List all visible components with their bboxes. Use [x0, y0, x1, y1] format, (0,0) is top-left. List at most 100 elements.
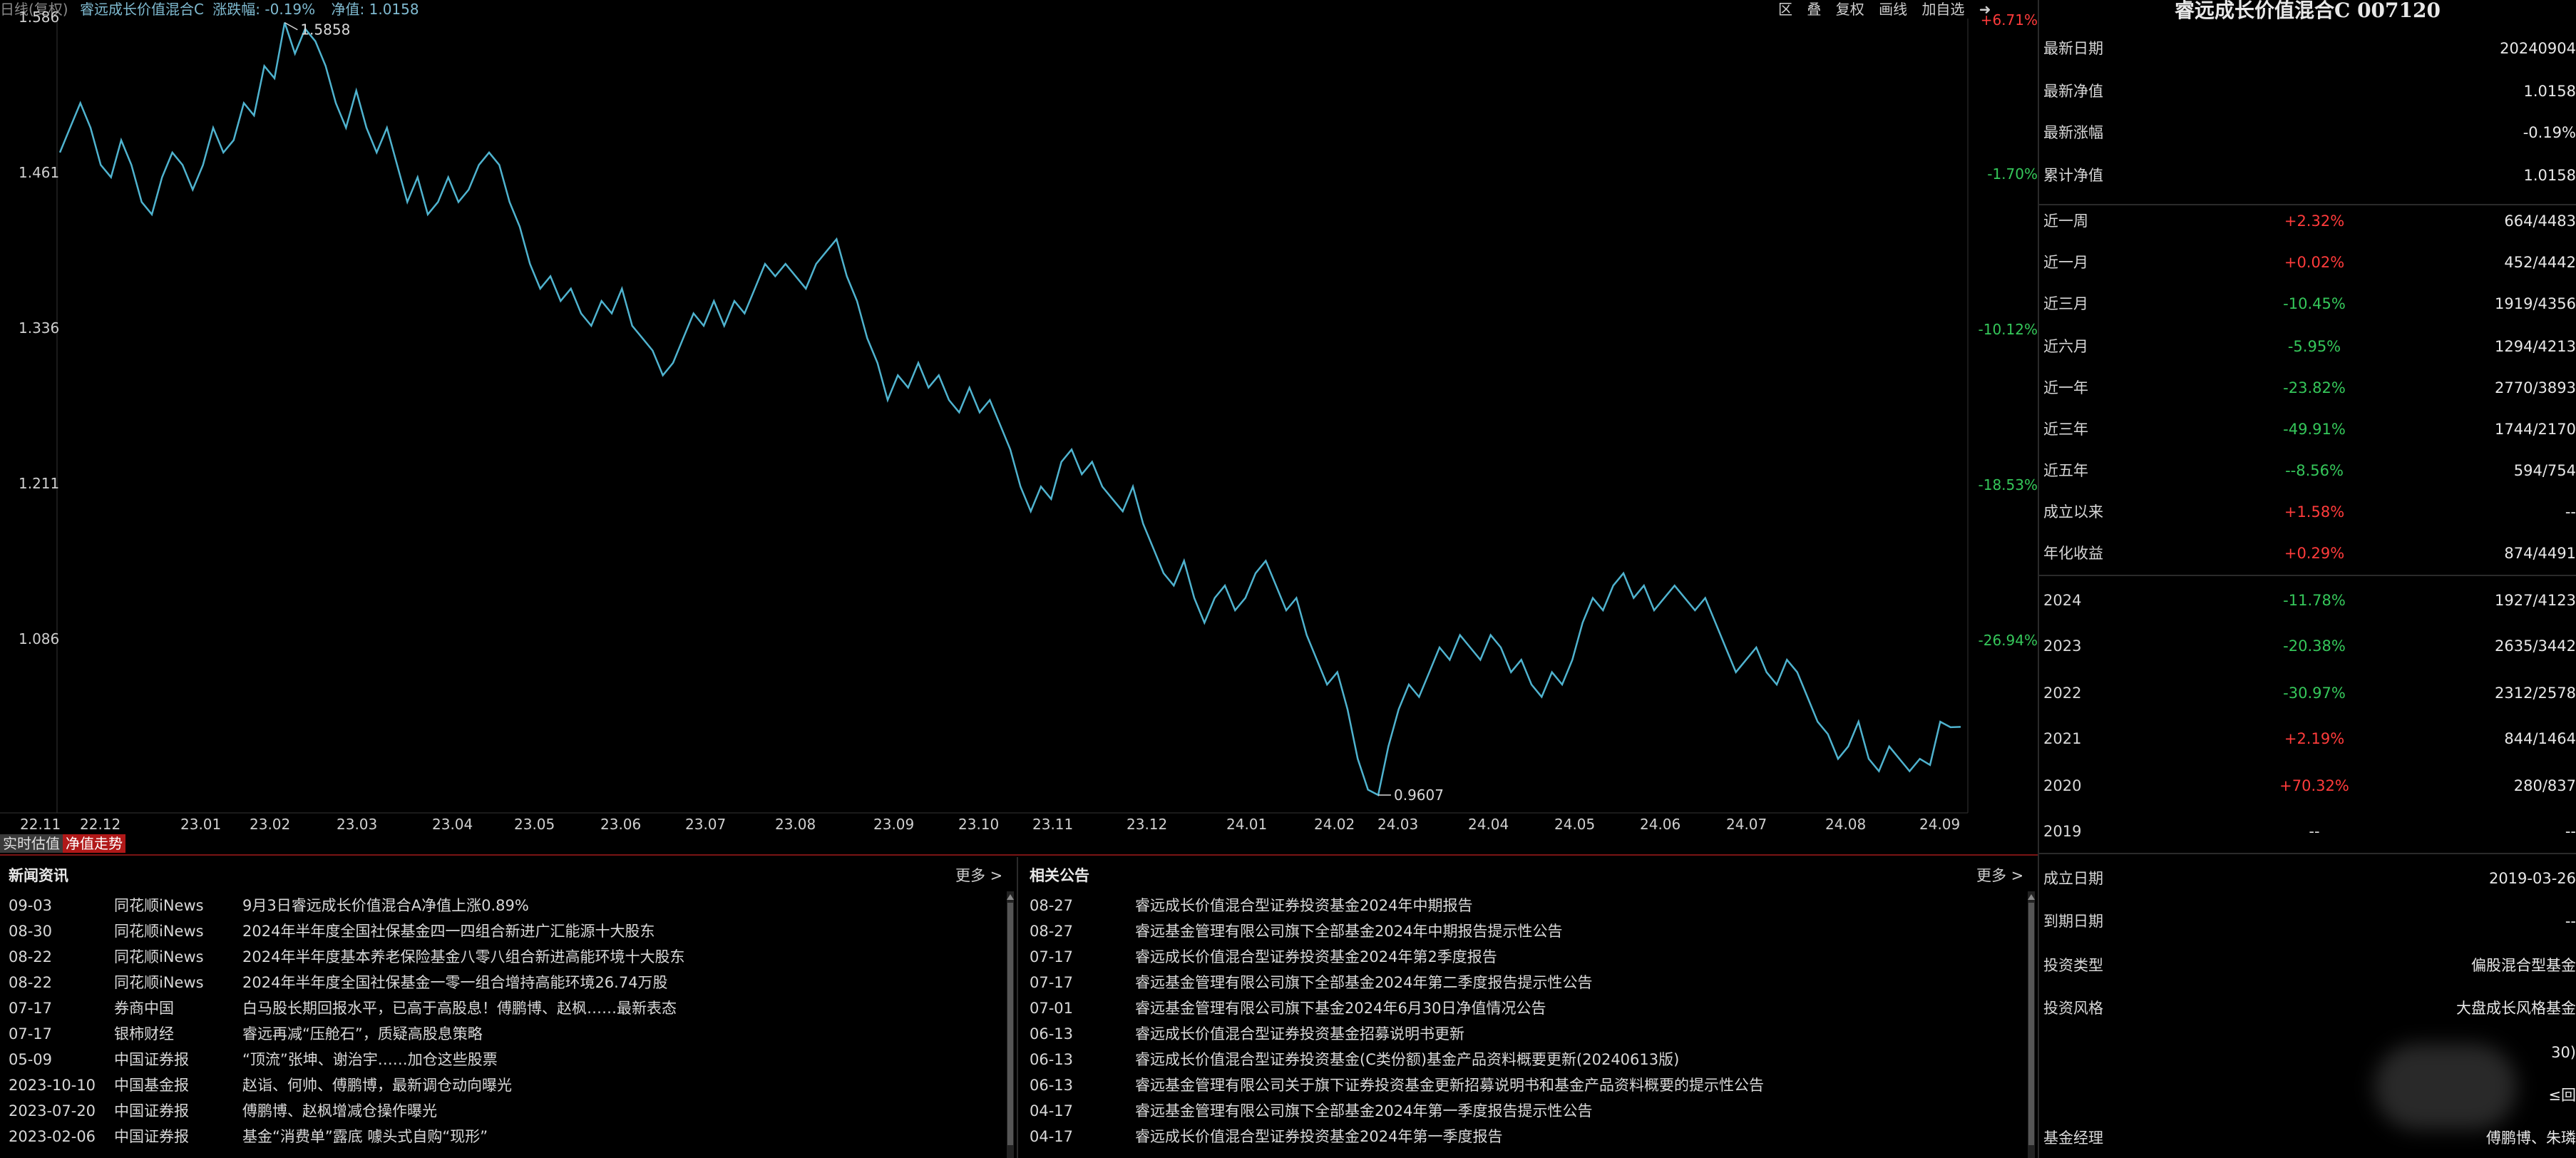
news-headline[interactable]: 白马股长期回报水平，已高于高股息！傅鹏博、赵枫……最新表态 [242, 995, 677, 1021]
info-row-cumulative-nav: 累计净值 1.0158 [2043, 161, 2576, 190]
news-source: 同花顺iNews [114, 948, 204, 965]
announcements-title: 相关公告 [1030, 867, 1089, 884]
announcement-date: 06-13 [1030, 1051, 1074, 1068]
announcement-headline[interactable]: 睿远成长价值混合型证券投资基金2024年中期报告 [1135, 893, 1472, 918]
news-headline[interactable]: 2024年半年度全国社保基金一零一组合增持高能环境26.74万股 [242, 970, 668, 995]
news-item[interactable]: 08-30 同花顺iNews 2024年半年度全国社保基金四一四组合新进广汇能源… [0, 918, 1005, 944]
news-headline[interactable]: 基金“消费单”露底 噱头式自购“现形” [242, 1124, 488, 1149]
announcement-item[interactable]: 07-01 睿远基金管理有限公司旗下基金2024年6月30日净值情况公告 [1027, 995, 2025, 1021]
year-label: 2021 [2043, 730, 2082, 747]
x-tick-label: 23.03 [337, 816, 378, 833]
announcement-item[interactable]: 07-17 睿远成长价值混合型证券投资基金2024年第2季度报告 [1027, 944, 2025, 970]
announcement-date: 06-13 [1030, 1025, 1074, 1042]
news-headline[interactable]: 赵诣、何帅、傅鹏博，最新调仓动向曝光 [242, 1072, 512, 1098]
scroll-up-icon[interactable] [2028, 894, 2035, 900]
announcement-item[interactable]: 08-27 睿远成长价值混合型证券投资基金2024年中期报告 [1027, 893, 2025, 918]
news-headline[interactable]: 9月3日睿远成长价值混合A净值上涨0.89% [242, 893, 529, 918]
announcements-scroll-thumb[interactable] [2028, 903, 2034, 1145]
info-row-latest-date: 最新日期 20240904 [2043, 34, 2576, 63]
period-change: -10.45% [2283, 295, 2346, 312]
pct-axis-ticks: +6.71% -1.70% -10.12% -18.53% -26.94% [1975, 0, 2038, 813]
announcement-headline[interactable]: 睿远基金管理有限公司旗下全部基金2024年第一季度报告提示性公告 [1135, 1098, 1592, 1124]
period-change: --8.56% [2285, 462, 2344, 479]
news-item[interactable]: 2023-07-20 中国证券报 傅鹏博、赵枫增减仓操作曝光 [0, 1098, 1005, 1124]
tool-draw-button[interactable]: 画线 [1879, 1, 1907, 18]
news-item[interactable]: 08-22 同花顺iNews 2024年半年度基本养老保险基金八零八组合新进高能… [0, 944, 1005, 970]
x-tick-label: 23.07 [685, 816, 727, 833]
announcement-headline[interactable]: 睿远基金管理有限公司旗下基金2024年6月30日净值情况公告 [1135, 995, 1546, 1021]
news-more-link[interactable]: 更多 > [955, 864, 1002, 886]
year-label: 2019 [2043, 823, 2082, 840]
tab-realtime-estimate[interactable]: 实时估值 [0, 834, 63, 853]
announcement-item[interactable]: 07-17 睿远基金管理有限公司旗下全部基金2024年第二季度报告提示性公告 [1027, 970, 2025, 995]
news-headline[interactable]: 2024年半年度全国社保基金四一四组合新进广汇能源十大股东 [242, 918, 655, 944]
period-change: +1.58% [2284, 503, 2345, 521]
news-item[interactable]: 07-17 银柿财经 睿远再减“压舱石”，质疑高股息策略 [0, 1021, 1005, 1047]
profile-label: 投资类型 [2043, 957, 2103, 974]
profile-label: 基金经理 [2043, 1129, 2103, 1147]
year-row: 2019 -- -- [2043, 817, 2576, 846]
news-headline[interactable]: 睿远再减“压舱石”，质疑高股息策略 [242, 1021, 483, 1047]
announcement-item[interactable]: 06-13 睿远成长价值混合型证券投资基金招募说明书更新 [1027, 1021, 2025, 1047]
news-headline[interactable]: 2024年半年度基本养老保险基金八零八组合新进高能环境十大股东 [242, 944, 684, 970]
announcements-scrollbar[interactable] [2028, 891, 2035, 1158]
info-value: -0.19% [2523, 124, 2576, 141]
period-label: 近五年 [2043, 462, 2088, 479]
announcement-headline[interactable]: 睿远基金管理有限公司关于旗下证券投资基金更新招募说明书和基金产品资料概要的提示性… [1135, 1072, 1764, 1098]
news-date: 09-03 [9, 897, 53, 914]
chart-tabs: 实时估值 净值走势 [0, 834, 125, 853]
period-rank: 1294/4213 [2495, 338, 2576, 355]
news-headline[interactable]: “顶流”张坤、谢治宇……加仓这些股票 [242, 1047, 498, 1072]
tool-range-button[interactable]: 区 [1778, 1, 1792, 18]
info-row-latest-change: 最新涨幅 -0.19% [2043, 118, 2576, 147]
tool-overlay-button[interactable]: 叠 [1807, 1, 1821, 18]
announcement-headline[interactable]: 睿远成长价值混合型证券投资基金招募说明书更新 [1135, 1021, 1464, 1047]
nav-line-chart[interactable]: 1.5858 0.9607 [0, 0, 2039, 854]
news-headline[interactable]: 傅鹏博、赵枫增减仓操作曝光 [242, 1098, 437, 1124]
tool-adjust-button[interactable]: 复权 [1836, 1, 1864, 18]
year-change: -11.78% [2283, 592, 2346, 609]
period-label: 成立以来 [2043, 503, 2103, 521]
announcement-headline[interactable]: 睿远成长价值混合型证券投资基金2024年第一季度报告 [1135, 1124, 1502, 1149]
year-rank: -- [2565, 823, 2576, 840]
news-item[interactable]: 08-22 同花顺iNews 2024年半年度全国社保基金一零一组合增持高能环境… [0, 970, 1005, 995]
year-change: -- [2309, 823, 2320, 840]
info-label: 最新日期 [2043, 40, 2103, 57]
year-row: 2021 +2.19% 844/1464 [2043, 724, 2576, 753]
news-scrollbar[interactable] [1007, 891, 1014, 1158]
period-row: 近六月 -5.95% 1294/4213 [2043, 332, 2576, 361]
y-axis-ticks: 1.586 1.461 1.336 1.211 1.086 [0, 0, 59, 813]
announcements-more-link[interactable]: 更多 > [1976, 864, 2023, 886]
pct-tick-label: -18.53% [1978, 476, 2038, 493]
announcement-headline[interactable]: 睿远成长价值混合型证券投资基金(C类份额)基金产品资料概要更新(20240613… [1135, 1047, 1679, 1072]
tool-add-watchlist-button[interactable]: 加自选 [1921, 1, 1964, 18]
info-label: 最新净值 [2043, 83, 2103, 100]
period-row: 年化收益 +0.29% 874/4491 [2043, 539, 2576, 568]
announcement-item[interactable]: 04-17 睿远成长价值混合型证券投资基金2024年第一季度报告 [1027, 1124, 2025, 1149]
announcement-date: 04-17 [1030, 1128, 1074, 1145]
scroll-up-icon[interactable] [1007, 894, 1014, 900]
news-source: 中国证券报 [114, 1102, 189, 1119]
period-change: -23.82% [2283, 379, 2346, 396]
period-rank: 1744/2170 [2495, 421, 2576, 438]
announcement-headline[interactable]: 睿远基金管理有限公司旗下全部基金2024年第二季度报告提示性公告 [1135, 970, 1592, 995]
x-tick-label: 24.07 [1726, 816, 1767, 833]
news-item[interactable]: 2023-02-06 中国证券报 基金“消费单”露底 噱头式自购“现形” [0, 1124, 1005, 1149]
announcement-date: 04-17 [1030, 1102, 1074, 1119]
tab-nav-trend[interactable]: 净值走势 [63, 834, 125, 853]
period-label: 年化收益 [2043, 545, 2103, 562]
news-item[interactable]: 2023-10-10 中国基金报 赵诣、何帅、傅鹏博，最新调仓动向曝光 [0, 1072, 1005, 1098]
news-item[interactable]: 09-03 同花顺iNews 9月3日睿远成长价值混合A净值上涨0.89% [0, 893, 1005, 918]
announcement-item[interactable]: 04-17 睿远基金管理有限公司旗下全部基金2024年第一季度报告提示性公告 [1027, 1098, 2025, 1124]
announcement-headline[interactable]: 睿远成长价值混合型证券投资基金2024年第2季度报告 [1135, 944, 1497, 970]
news-scroll-thumb[interactable] [1007, 903, 1013, 1145]
year-change: -30.97% [2283, 685, 2346, 702]
announcement-item[interactable]: 06-13 睿远基金管理有限公司关于旗下证券投资基金更新招募说明书和基金产品资料… [1027, 1072, 2025, 1098]
announcement-item[interactable]: 08-27 睿远基金管理有限公司旗下全部基金2024年中期报告提示性公告 [1027, 918, 2025, 944]
news-item[interactable]: 07-17 券商中国 白马股长期回报水平，已高于高股息！傅鹏博、赵枫……最新表态 [0, 995, 1005, 1021]
chart-divider [0, 854, 2039, 856]
pct-tick-label: -26.94% [1978, 632, 2038, 649]
announcement-headline[interactable]: 睿远基金管理有限公司旗下全部基金2024年中期报告提示性公告 [1135, 918, 1562, 944]
announcement-item[interactable]: 06-13 睿远成长价值混合型证券投资基金(C类份额)基金产品资料概要更新(20… [1027, 1047, 2025, 1072]
news-item[interactable]: 05-09 中国证券报 “顶流”张坤、谢治宇……加仓这些股票 [0, 1047, 1005, 1072]
